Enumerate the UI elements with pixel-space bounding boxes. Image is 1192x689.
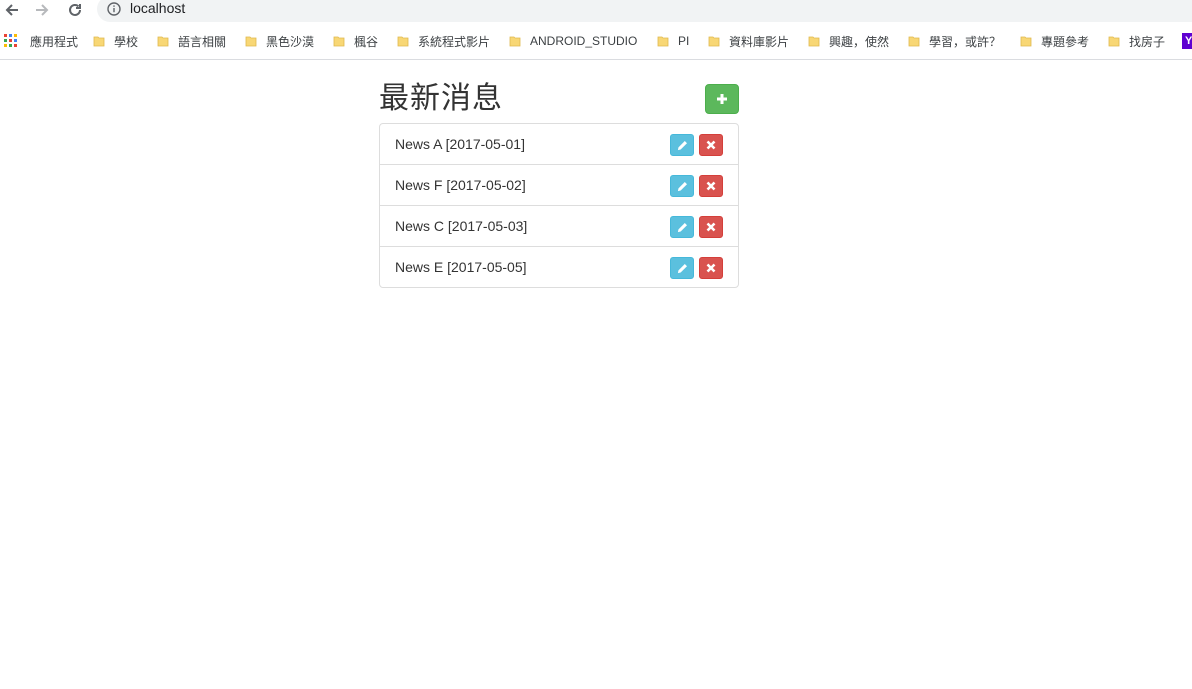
bookmark-folder[interactable]: ANDROID_STUDIO — [509, 32, 637, 50]
url-text[interactable]: localhost — [130, 0, 185, 16]
folder-icon — [93, 35, 105, 47]
news-list-item: News E [2017-05-05] — [380, 246, 738, 287]
bookmark-label: 系統程式影片 — [418, 34, 491, 49]
folder-icon — [245, 35, 257, 47]
info-icon[interactable] — [107, 2, 121, 16]
news-list-item: News C [2017-05-03] — [380, 205, 738, 246]
bookmark-label: ANDROID_STUDIO — [530, 34, 638, 48]
remove-icon — [706, 222, 716, 232]
remove-icon — [706, 181, 716, 191]
bookmark-label: 應用程式 — [30, 34, 79, 49]
back-button[interactable] — [2, 0, 22, 20]
browser-toolbar: localhost — [0, 0, 1192, 22]
news-list-item: News A [2017-05-01] — [380, 124, 738, 164]
bookmark-label: 興趣，使然 — [829, 34, 890, 49]
news-label: News A [2017-05-01] — [395, 136, 525, 152]
bookmark-folder[interactable]: 黑色沙漠 — [245, 32, 314, 50]
reload-icon — [69, 3, 81, 16]
bookmark-folder[interactable]: 語言相關 — [157, 32, 226, 50]
pencil-icon — [677, 140, 687, 150]
news-label: News F [2017-05-02] — [395, 177, 526, 193]
folder-icon — [808, 35, 820, 47]
bookmark-folder[interactable]: 學習，或許？ — [908, 32, 1001, 50]
delete-button[interactable] — [699, 134, 723, 156]
folder-icon — [397, 35, 409, 47]
bookmark-label: 學校 — [114, 34, 139, 49]
reload-button[interactable] — [65, 0, 85, 20]
news-list: News A [2017-05-01] News F [2017-05-02] … — [379, 123, 739, 288]
forward-arrow-icon — [36, 4, 49, 16]
folder-icon — [657, 35, 669, 47]
bookmark-label: 專題參考 — [1041, 34, 1090, 49]
bookmark-folder[interactable]: 學校 — [93, 32, 138, 50]
bookmarks-bar: 應用程式 學校 語言相關 黑色沙漠 楓谷 系統程式影片 ANDROID_STUD… — [0, 22, 1192, 60]
folder-icon — [1020, 35, 1032, 47]
bookmark-label: 學習，或許？ — [929, 34, 1002, 49]
folder-icon — [908, 35, 920, 47]
yahoo-icon[interactable]: Y — [1182, 33, 1192, 49]
bookmark-folder[interactable]: 資料庫影片 — [708, 32, 789, 50]
edit-button[interactable] — [670, 216, 694, 238]
bookmark-folder[interactable]: 興趣，使然 — [808, 32, 889, 50]
pencil-icon — [677, 222, 687, 232]
folder-icon — [509, 35, 521, 47]
news-label: News E [2017-05-05] — [395, 259, 527, 275]
news-label: News C [2017-05-03] — [395, 218, 528, 234]
folder-icon — [1108, 35, 1120, 47]
bookmark-folder[interactable]: 找房子 — [1108, 32, 1165, 50]
pencil-icon — [677, 263, 687, 273]
news-list-item: News F [2017-05-02] — [380, 164, 738, 205]
back-arrow-icon — [5, 4, 18, 16]
remove-icon — [706, 263, 716, 273]
bookmark-folder[interactable]: 系統程式影片 — [397, 32, 490, 50]
bookmark-folder[interactable]: 專題參考 — [1020, 32, 1089, 50]
folder-icon — [333, 35, 345, 47]
forward-button[interactable] — [32, 0, 52, 20]
delete-button[interactable] — [699, 257, 723, 279]
folder-icon — [708, 35, 720, 47]
edit-button[interactable] — [670, 134, 694, 156]
bookmark-label: 語言相關 — [178, 34, 227, 49]
bookmark-folder[interactable]: 楓谷 — [333, 32, 378, 50]
bookmark-label: PI — [678, 34, 690, 48]
bookmark-label: 黑色沙漠 — [266, 34, 315, 49]
address-bar[interactable]: localhost — [97, 0, 1192, 22]
bookmark-label: 楓谷 — [354, 34, 379, 49]
remove-icon — [706, 140, 716, 150]
delete-button[interactable] — [699, 216, 723, 238]
delete-button[interactable] — [699, 175, 723, 197]
edit-button[interactable] — [670, 257, 694, 279]
page-title: 最新消息 — [379, 81, 503, 116]
bookmark-label: 找房子 — [1129, 34, 1166, 49]
bookmark-folder[interactable]: PI — [657, 32, 689, 50]
folder-icon — [157, 35, 169, 47]
bookmark-label: 資料庫影片 — [729, 34, 790, 49]
pencil-icon — [677, 181, 687, 191]
add-news-button[interactable] — [705, 84, 739, 114]
plus-icon — [717, 94, 727, 104]
edit-button[interactable] — [670, 175, 694, 197]
apps-grid-icon — [4, 34, 18, 48]
bookmark-apps[interactable]: 應用程式 — [4, 32, 78, 50]
